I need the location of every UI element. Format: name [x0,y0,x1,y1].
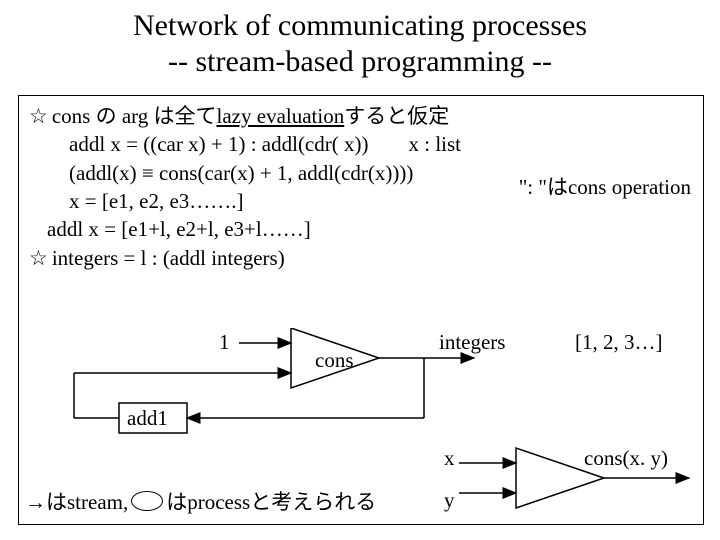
underline-lazy: lazy evaluation [217,102,345,130]
star-icon-2: ☆ [29,244,48,272]
diagram-area: 1 cons integers [1, 2, 3…] add1 x y cons… [19,328,703,518]
line-6-text: integers = l : (addl integers) [52,244,285,272]
label-y: y [444,488,455,513]
label-consxy: cons(x. y) [584,446,668,471]
line-2: addl x = ((car x) + 1) : addl(cdr( x)) x… [69,130,693,158]
oval-icon [131,491,163,511]
footer-a: →はstream, [25,486,128,516]
line-1c: すると仮定 [344,102,449,130]
line-2a: addl x = ((car x) + 1) : addl(cdr( x)) [69,130,368,158]
label-integers: integers [439,330,505,355]
line-2b: x : list [408,130,461,158]
title-line-1: Network of communicating processes [0,8,720,44]
label-add1: add1 [127,406,168,431]
cons-operation-note: ": "はcons operation [519,171,691,201]
slide: Network of communicating processes -- st… [0,0,720,540]
label-one: 1 [219,330,230,355]
line-1: ☆ cons の arg は全て lazy evaluation すると仮定 [29,102,693,130]
line-5: addl x = [e1+l, e2+l, e3+l……] [47,215,693,243]
content-box: ☆ cons の arg は全て lazy evaluation すると仮定 a… [18,95,704,525]
title-line-2: -- stream-based programming -- [0,44,720,80]
star-icon: ☆ [29,102,48,130]
footer-line: →はstream, はprocessと考えられる [25,486,376,516]
slide-title: Network of communicating processes -- st… [0,0,720,80]
label-cons-1: cons [315,348,354,373]
label-x: x [444,446,455,471]
line-1a: cons の arg は全て [52,102,217,130]
line-6: ☆ integers = l : (addl integers) [29,244,693,272]
footer-b: はprocessと考えられる [166,486,376,516]
label-list: [1, 2, 3…] [575,330,663,355]
